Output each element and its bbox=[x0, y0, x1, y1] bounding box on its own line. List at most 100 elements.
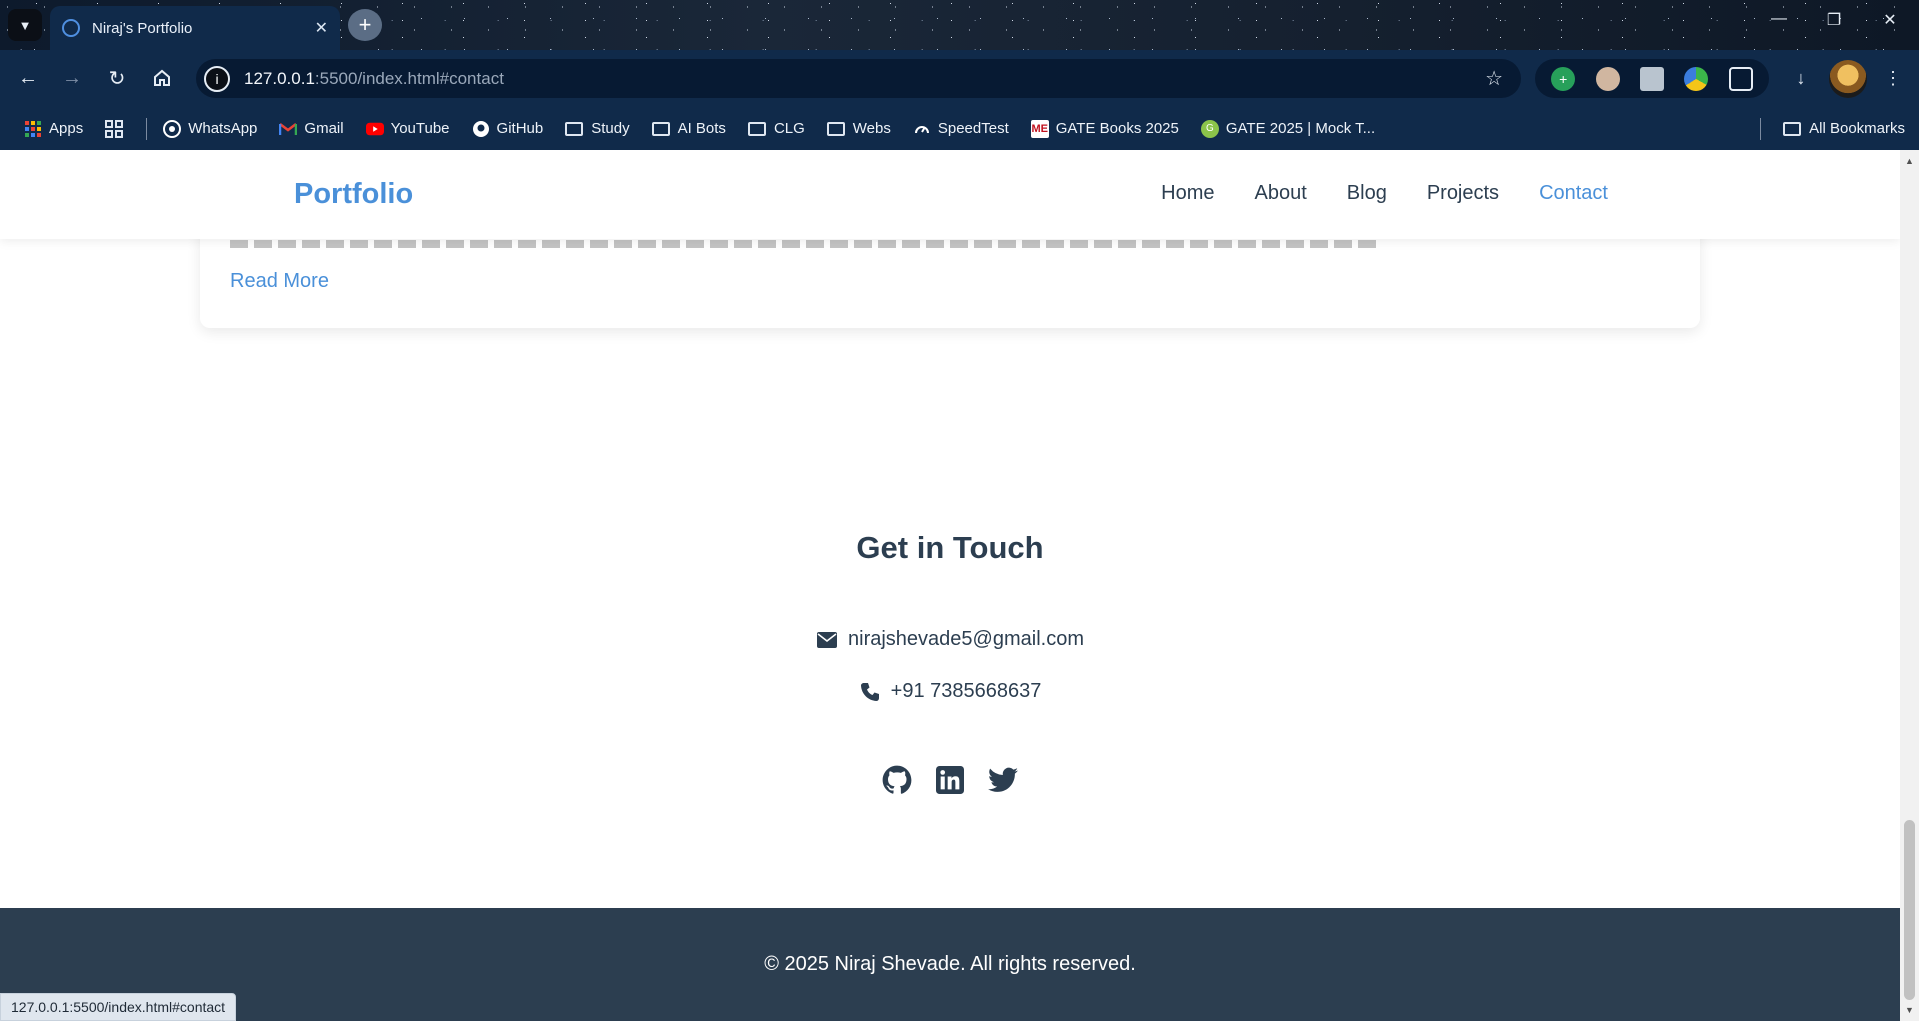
extension-printer-icon[interactable] bbox=[1639, 66, 1664, 91]
page-scrollbar[interactable]: ▲ ▼ bbox=[1900, 150, 1919, 1021]
folder-icon bbox=[651, 121, 670, 136]
browser-toolbar: ← → ↻ i 127.0.0.1:5500/index.html#contac… bbox=[0, 50, 1919, 107]
download-icon[interactable]: ↓ bbox=[1784, 62, 1818, 94]
bookmark-webs[interactable]: Webs bbox=[826, 120, 891, 137]
extensions-group: + bbox=[1535, 59, 1769, 98]
bookmark-label: GATE Books 2025 bbox=[1055, 120, 1179, 137]
email-text: nirajshevade5@gmail.com bbox=[848, 628, 1084, 650]
site-footer: © 2025 Niraj Shevade. All rights reserve… bbox=[0, 908, 1900, 1021]
url-host: 127.0.0.1 bbox=[244, 68, 315, 88]
site-info-icon[interactable]: i bbox=[204, 65, 230, 92]
extensions-puzzle-icon[interactable] bbox=[1728, 66, 1753, 91]
bookmark-gmail[interactable]: Gmail bbox=[279, 120, 344, 138]
nav-projects[interactable]: Projects bbox=[1427, 182, 1499, 205]
bookmark-label: SpeedTest bbox=[937, 120, 1009, 137]
mock-test-icon: G bbox=[1200, 119, 1219, 138]
back-icon[interactable]: ← bbox=[12, 62, 44, 94]
tab-close-icon[interactable]: ✕ bbox=[315, 18, 328, 38]
link-status-bubble: 127.0.0.1:5500/index.html#contact bbox=[0, 993, 237, 1021]
bookmark-label: Study bbox=[591, 120, 630, 137]
social-links bbox=[0, 765, 1900, 795]
read-more-link[interactable]: Read More bbox=[230, 270, 329, 293]
bookmark-label: WhatsApp bbox=[188, 120, 258, 137]
address-bar[interactable]: i 127.0.0.1:5500/index.html#contact ☆ bbox=[196, 59, 1521, 98]
folder-icon bbox=[747, 121, 766, 136]
bookmark-gate-books[interactable]: ME GATE Books 2025 bbox=[1030, 119, 1179, 138]
extension-drive-icon[interactable] bbox=[1684, 66, 1709, 91]
bookmark-label: Gmail bbox=[304, 120, 344, 137]
github-icon bbox=[472, 120, 490, 138]
bookmark-github[interactable]: GitHub bbox=[472, 120, 543, 138]
nav-home[interactable]: Home bbox=[1161, 182, 1214, 205]
scroll-up-arrow-icon[interactable]: ▲ bbox=[1905, 156, 1914, 166]
nav-contact[interactable]: Contact bbox=[1539, 182, 1608, 205]
contact-phone[interactable]: +91 7385668637 bbox=[0, 680, 1900, 703]
contact-heading: Get in Touch bbox=[856, 530, 1044, 565]
bookmark-youtube[interactable]: YouTube bbox=[365, 120, 450, 138]
envelope-icon bbox=[816, 629, 838, 651]
home-icon[interactable] bbox=[146, 62, 178, 94]
close-window-icon[interactable]: ✕ bbox=[1870, 10, 1910, 30]
tab-favicon-icon bbox=[62, 19, 80, 37]
all-bookmarks-label: All Bookmarks bbox=[1809, 120, 1905, 137]
phone-icon bbox=[859, 681, 881, 703]
tab-groups-button[interactable] bbox=[105, 119, 130, 138]
bookmark-label: YouTube bbox=[390, 120, 450, 137]
contact-email[interactable]: nirajshevade5@gmail.com bbox=[0, 628, 1900, 651]
nav-blog[interactable]: Blog bbox=[1347, 182, 1387, 205]
forward-icon[interactable]: → bbox=[56, 62, 88, 94]
bookmark-clg[interactable]: CLG bbox=[747, 120, 805, 137]
bookmark-star-icon[interactable]: ☆ bbox=[1485, 66, 1503, 91]
site-navbar: Portfolio Home About Blog Projects Conta… bbox=[0, 150, 1900, 239]
extension-add-icon[interactable]: + bbox=[1551, 66, 1576, 91]
nav-links: Home About Blog Projects Contact bbox=[1161, 182, 1608, 205]
footer-copyright: © 2025 Niraj Shevade. All rights reserve… bbox=[764, 953, 1136, 975]
grid-icon bbox=[105, 119, 124, 138]
gmail-icon bbox=[279, 120, 298, 138]
bookmarks-divider bbox=[1760, 117, 1762, 140]
minimize-icon[interactable]: — bbox=[1759, 10, 1799, 28]
extension-face-icon[interactable] bbox=[1595, 66, 1620, 91]
restore-icon[interactable]: ❐ bbox=[1814, 10, 1854, 30]
chevron-down-icon: ▼ bbox=[18, 17, 32, 33]
url-path: :5500/index.html#contact bbox=[314, 68, 504, 88]
tab-title: Niraj's Portfolio bbox=[92, 19, 193, 37]
page-viewport: Read More Portfolio Home About Blog Proj… bbox=[0, 150, 1900, 1021]
blog-card-excerpt bbox=[230, 240, 1380, 248]
bookmark-whatsapp[interactable]: WhatsApp bbox=[163, 119, 258, 138]
folder-icon bbox=[1783, 121, 1802, 136]
scroll-down-arrow-icon[interactable]: ▼ bbox=[1905, 1005, 1914, 1015]
bookmark-gate-mock[interactable]: G GATE 2025 | Mock T... bbox=[1200, 119, 1375, 138]
bookmark-label: CLG bbox=[773, 120, 805, 137]
bookmark-speedtest[interactable]: SpeedTest bbox=[913, 120, 1009, 138]
active-tab[interactable]: Niraj's Portfolio ✕ bbox=[50, 6, 340, 50]
speedtest-icon bbox=[913, 120, 931, 138]
apps-grid-icon bbox=[24, 120, 42, 138]
folder-icon bbox=[565, 121, 584, 136]
browser-titlebar: ▼ Niraj's Portfolio ✕ + — ❐ ✕ bbox=[0, 0, 1919, 50]
folder-icon bbox=[826, 121, 845, 136]
scrollbar-thumb[interactable] bbox=[1904, 820, 1915, 1000]
bookmarks-bar: Apps WhatsApp Gmail YouTube GitHub Study… bbox=[0, 107, 1919, 150]
twitter-icon[interactable] bbox=[988, 765, 1018, 795]
bookmark-study[interactable]: Study bbox=[565, 120, 630, 137]
profile-avatar[interactable] bbox=[1829, 60, 1867, 98]
whatsapp-icon bbox=[163, 119, 182, 138]
bookmark-label: Apps bbox=[49, 120, 84, 137]
nav-about[interactable]: About bbox=[1255, 182, 1307, 205]
bookmark-label: AI Bots bbox=[677, 120, 726, 137]
phone-text: +91 7385668637 bbox=[890, 680, 1042, 702]
github-icon[interactable] bbox=[882, 765, 912, 795]
menu-kebab-icon[interactable]: ⋮ bbox=[1876, 62, 1910, 94]
youtube-icon bbox=[365, 120, 384, 138]
site-logo[interactable]: Portfolio bbox=[294, 178, 413, 211]
bookmark-ai-bots[interactable]: AI Bots bbox=[651, 120, 726, 137]
reload-icon[interactable]: ↻ bbox=[101, 62, 133, 94]
linkedin-icon[interactable] bbox=[935, 765, 965, 795]
book-icon: ME bbox=[1030, 119, 1049, 138]
bookmark-apps[interactable]: Apps bbox=[24, 120, 83, 138]
bookmarks-divider bbox=[146, 117, 148, 140]
new-tab-button[interactable]: + bbox=[348, 9, 382, 41]
all-bookmarks-button[interactable]: All Bookmarks bbox=[1760, 107, 1905, 150]
tab-search-button[interactable]: ▼ bbox=[8, 9, 42, 41]
